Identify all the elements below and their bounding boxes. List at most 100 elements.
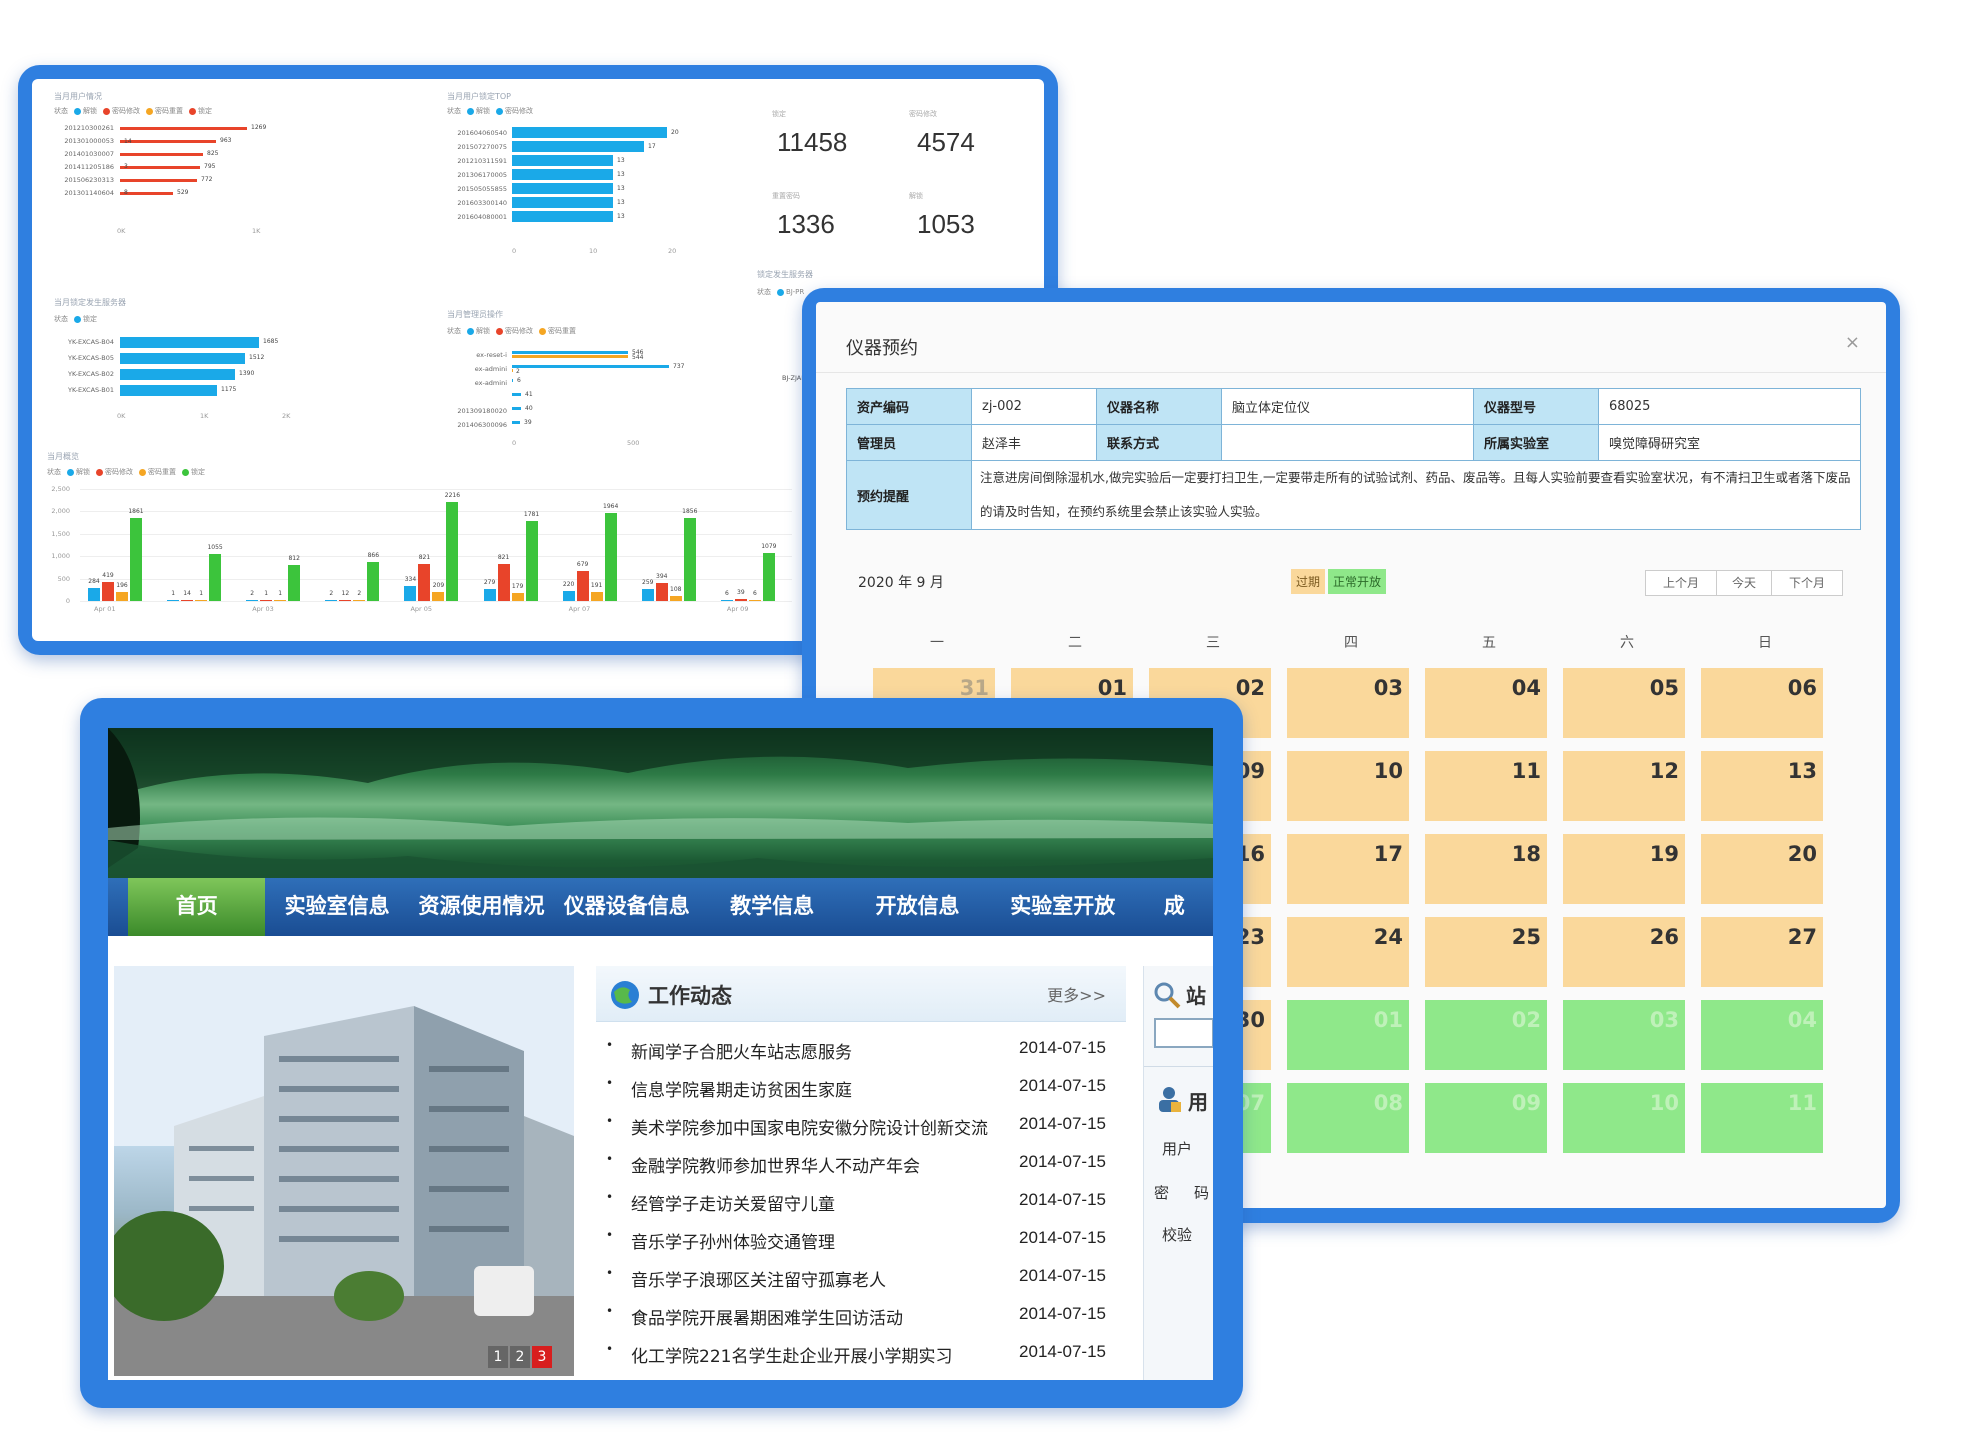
overview-bar[interactable]: [590, 592, 603, 601]
overview-bar[interactable]: [683, 517, 696, 601]
calendar-day-open[interactable]: 09: [1425, 1083, 1547, 1153]
overview-bar[interactable]: [181, 600, 194, 601]
nav-item[interactable]: 资源使用情况: [409, 878, 554, 936]
nav-item[interactable]: 首页: [128, 878, 266, 936]
news-item[interactable]: • 金融学院教师参加世界华人不动产年会 2014-07-15: [606, 1152, 1126, 1182]
overview-bar[interactable]: [167, 600, 180, 601]
calendar-day-past[interactable]: 17: [1287, 834, 1409, 904]
news-item[interactable]: • 信息学院暑期走访贫困生家庭 2014-07-15: [606, 1076, 1126, 1106]
calendar-day-past[interactable]: 12: [1563, 751, 1685, 821]
overview-bar[interactable]: [562, 591, 575, 601]
overview-bar[interactable]: [209, 553, 222, 601]
overview-bar[interactable]: [288, 564, 301, 601]
close-icon[interactable]: ×: [1845, 332, 1860, 353]
calendar-day-past[interactable]: 06: [1701, 668, 1823, 738]
more-link[interactable]: 更多>>: [1047, 982, 1106, 1006]
instrument-name-label: 仪器名称: [1096, 388, 1222, 425]
calendar-day-past[interactable]: 20: [1701, 834, 1823, 904]
slide-page-2[interactable]: 2: [510, 1346, 530, 1368]
calendar-day-past[interactable]: 13: [1701, 751, 1823, 821]
prev-month-button[interactable]: 上个月: [1645, 570, 1717, 596]
overview-bar[interactable]: [116, 592, 128, 601]
news-item[interactable]: • 经管学子走访关爱留守儿童 2014-07-15: [606, 1190, 1126, 1220]
news-item-title[interactable]: 音乐学子孙州体验交通管理: [631, 1228, 1016, 1253]
nav-item[interactable]: 实验室开放: [990, 878, 1135, 936]
calendar-day-past[interactable]: 04: [1425, 668, 1547, 738]
news-item[interactable]: • 音乐学子浪琊区关注留守孤寡老人 2014-07-15: [606, 1266, 1126, 1296]
overview-bar[interactable]: [353, 600, 366, 601]
overview-bar[interactable]: [339, 600, 352, 601]
overview-bar[interactable]: [762, 552, 775, 601]
calendar-day-open[interactable]: 08: [1287, 1083, 1409, 1153]
site-search-input[interactable]: [1154, 1018, 1213, 1048]
overview-bar[interactable]: [641, 589, 654, 601]
overview-bar[interactable]: [734, 599, 747, 601]
slide-page-1[interactable]: 1: [488, 1346, 508, 1368]
calendar-day-open[interactable]: 01: [1287, 1000, 1409, 1070]
overview-bar[interactable]: [260, 600, 273, 601]
calendar-day-past[interactable]: 26: [1563, 917, 1685, 987]
overview-bar[interactable]: [246, 600, 259, 601]
overview-bar[interactable]: [525, 521, 538, 601]
calendar-day-open[interactable]: 10: [1563, 1083, 1685, 1153]
news-item[interactable]: • 食品学院开展暑期困难学生回访活动 2014-07-15: [606, 1304, 1126, 1334]
overview-bar[interactable]: [130, 517, 142, 601]
calendar-day-open[interactable]: 02: [1425, 1000, 1547, 1070]
calendar-day-past[interactable]: 03: [1287, 668, 1409, 738]
calendar-day-past[interactable]: 25: [1425, 917, 1547, 987]
nav-item[interactable]: 实验室信息: [265, 878, 408, 936]
calendar-day-past[interactable]: 05: [1563, 668, 1685, 738]
overview-bar[interactable]: [669, 596, 682, 601]
nav-item[interactable]: 教学信息: [699, 878, 844, 936]
overview-bar[interactable]: [88, 588, 100, 601]
news-item-title[interactable]: 金融学院教师参加世界华人不动产年会: [631, 1152, 1016, 1177]
overview-bar[interactable]: [367, 562, 380, 601]
news-item-title[interactable]: 化工学院221名学生赴企业开展小学期实习: [631, 1342, 1016, 1367]
search-icon: [1154, 982, 1181, 1009]
calendar-day-open[interactable]: 11: [1701, 1083, 1823, 1153]
overview-bar[interactable]: [604, 513, 617, 601]
today-button[interactable]: 今天: [1716, 570, 1772, 596]
y-tick: 500: [57, 574, 70, 583]
overview-bar[interactable]: [748, 600, 761, 601]
overview-bar[interactable]: [195, 600, 208, 601]
overview-bar-value: 866: [367, 552, 380, 560]
calendar-day-past[interactable]: 10: [1287, 751, 1409, 821]
lab-label: 所属实验室: [1473, 424, 1599, 461]
news-item[interactable]: • 新闻学子合肥火车站志愿服务 2014-07-15: [606, 1038, 1126, 1068]
news-item-title[interactable]: 美术学院参加中国家电院安徽分院设计创新交流: [631, 1114, 1016, 1139]
overview-bar[interactable]: [404, 586, 417, 601]
calendar-day-past[interactable]: 18: [1425, 834, 1547, 904]
overview-bar[interactable]: [446, 501, 459, 601]
admin-value: 赵泽丰: [971, 424, 1097, 461]
weekday-label: 五: [1482, 635, 1496, 651]
calendar-day-open[interactable]: 03: [1563, 1000, 1685, 1070]
user-title: 用: [1188, 1090, 1208, 1114]
nav-item[interactable]: 仪器设备信息: [554, 878, 699, 936]
news-item-title[interactable]: 新闻学子合肥火车站志愿服务: [631, 1038, 1016, 1063]
news-item-title[interactable]: 食品学院开展暑期困难学生回访活动: [631, 1304, 1016, 1329]
calendar-day-past[interactable]: 24: [1287, 917, 1409, 987]
gridline: [80, 601, 792, 602]
overview-bar[interactable]: [432, 591, 445, 601]
calendar-day-past[interactable]: 27: [1701, 917, 1823, 987]
calendar-day-past[interactable]: 19: [1563, 834, 1685, 904]
overview-bar[interactable]: [325, 600, 338, 601]
news-item-title[interactable]: 经管学子走访关爱留守儿童: [631, 1190, 1016, 1215]
overview-bar[interactable]: [720, 600, 733, 601]
overview-bar-value: 812: [288, 554, 300, 562]
nav-item[interactable]: 开放信息: [845, 878, 990, 936]
news-item[interactable]: • 美术学院参加中国家电院安徽分院设计创新交流 2014-07-15: [606, 1114, 1126, 1144]
news-item[interactable]: • 音乐学子孙州体验交通管理 2014-07-15: [606, 1228, 1126, 1258]
overview-bar[interactable]: [511, 592, 524, 601]
slide-page-3[interactable]: 3: [532, 1346, 552, 1368]
news-item-title[interactable]: 音乐学子浪琊区关注留守孤寡老人: [631, 1266, 1016, 1291]
nav-item[interactable]: 成: [1135, 878, 1213, 936]
next-month-button[interactable]: 下个月: [1771, 570, 1843, 596]
calendar-day-open[interactable]: 04: [1701, 1000, 1823, 1070]
news-item[interactable]: • 化工学院221名学生赴企业开展小学期实习 2014-07-15: [606, 1342, 1126, 1372]
overview-bar[interactable]: [274, 600, 287, 601]
calendar-day-past[interactable]: 11: [1425, 751, 1547, 821]
news-item-title[interactable]: 信息学院暑期走访贫困生家庭: [631, 1076, 1016, 1101]
overview-bar[interactable]: [483, 588, 496, 601]
